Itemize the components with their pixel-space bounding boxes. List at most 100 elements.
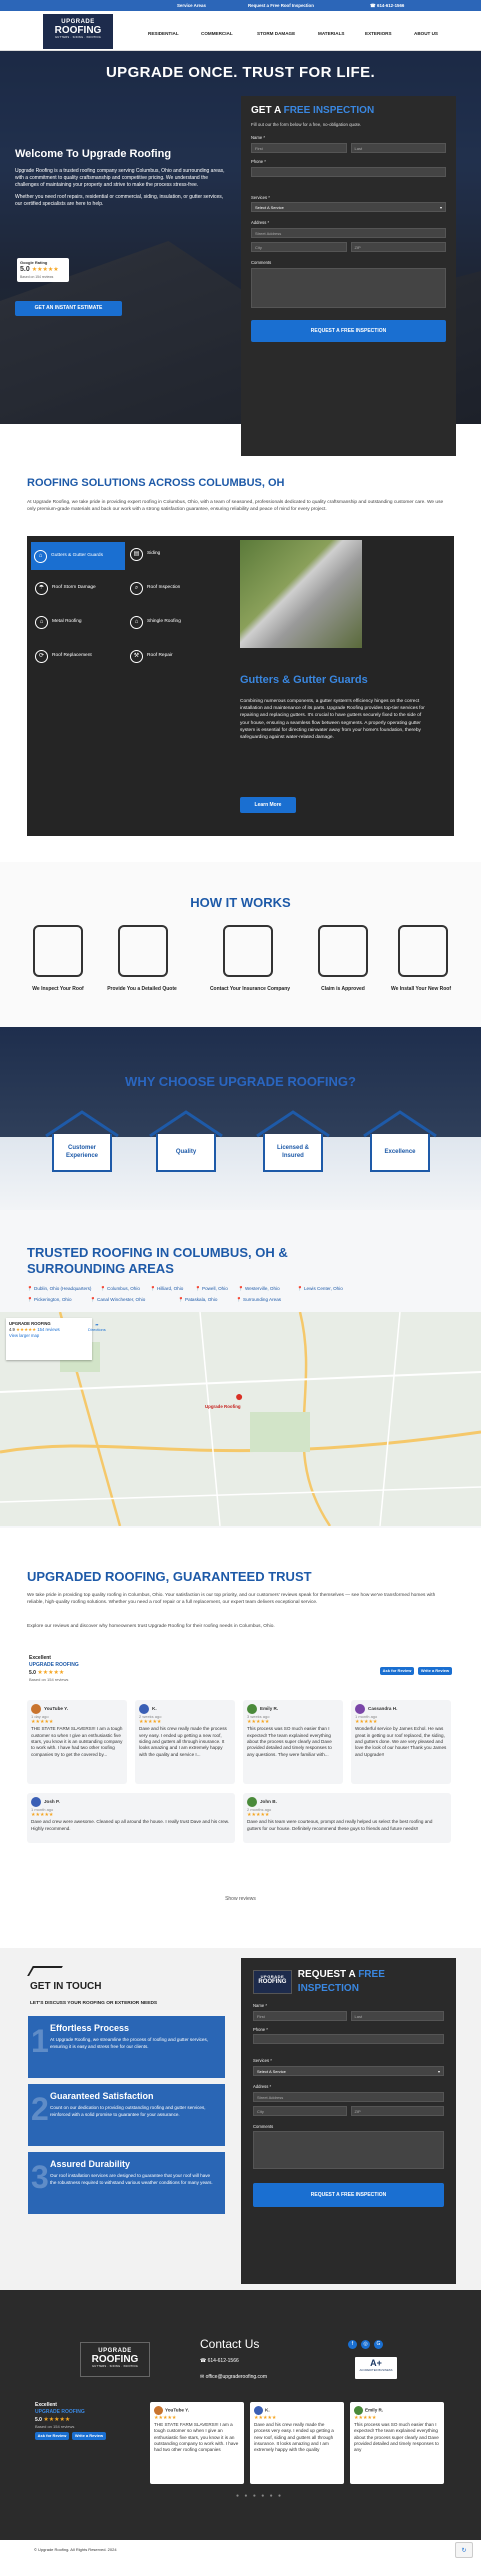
footer-phone[interactable]: ☎ 614-612-1566	[200, 2358, 239, 2365]
services-select[interactable]: Select A Service ▾	[251, 202, 446, 213]
nav-storm-damage[interactable]: STORM DAMAGE	[257, 31, 295, 37]
zip-input[interactable]: ZIP	[350, 242, 446, 253]
city-input[interactable]: City	[251, 242, 347, 253]
contact-city-input[interactable]: City	[253, 2105, 347, 2116]
contact-phone-input[interactable]	[253, 2034, 444, 2045]
nav-exteriors[interactable]: EXTERIORS	[365, 31, 392, 37]
contact-last-input[interactable]: Last	[350, 2010, 444, 2021]
map-reviews-link[interactable]: 154 reviews	[37, 1327, 59, 1332]
phone-icon: ☎	[200, 2358, 207, 2364]
first-name-input[interactable]: First	[251, 143, 347, 154]
email-icon: ✉	[200, 2374, 205, 2380]
review-stars: ★★★★★	[31, 1719, 54, 1726]
facebook-icon[interactable]: f	[348, 2340, 357, 2349]
instant-estimate-button[interactable]: GET AN INSTANT ESTIMATE	[15, 301, 122, 316]
area-powell[interactable]: 📍 Powell, Ohio	[195, 1286, 228, 1292]
street-input[interactable]: Street Address	[251, 228, 446, 239]
instagram-icon[interactable]: ◎	[361, 2340, 370, 2349]
ask-review-button[interactable]: Ask for Review	[380, 1667, 414, 1675]
solution-storm-damage[interactable]: ☂ Roof Storm Damage	[35, 582, 96, 595]
area-pataskala[interactable]: 📍 Pataskala, Ohio	[178, 1297, 217, 1303]
site-logo[interactable]: UPGRADE ROOFING GUTTERS · SIDING · PAINT…	[43, 14, 113, 49]
review-card[interactable]: YouTube Y. 1 day ago ★★★★★ THE STATE FAR…	[27, 1700, 127, 1784]
solution-roof-replacement[interactable]: ⟳ Roof Replacement	[35, 650, 92, 663]
review-card[interactable]: John B. 2 months ago ★★★★★ Dave and his …	[243, 1793, 451, 1843]
map-larger-link[interactable]: View larger map	[9, 1333, 89, 1339]
area-columbus[interactable]: 📍 Columbus, Ohio	[100, 1286, 140, 1292]
get-in-touch-sub: LET'S DISCUSS YOUR ROOFING OR EXTERIOR N…	[30, 2001, 158, 2006]
map-pin-label: Upgrade Roofing	[205, 1404, 241, 1409]
last-name-input[interactable]: Last	[350, 143, 446, 154]
write-review-button[interactable]: Write a Review	[418, 1667, 452, 1675]
free-inspection-link[interactable]: Request a Free Roof Inspection	[248, 3, 314, 9]
area-pickerington[interactable]: 📍 Pickerington, Ohio	[27, 1297, 72, 1303]
show-reviews-link[interactable]: Show reviews	[0, 1896, 481, 1903]
recaptcha-badge[interactable]: ↻	[455, 2542, 473, 2558]
solution-metal-roofing[interactable]: ⌂ Metal Roofing	[35, 616, 82, 629]
step-3-label: Contact Your Insurance Company	[209, 986, 291, 992]
contact-address-label: Address *	[253, 2084, 272, 2090]
why-choose-heading: WHY CHOOSE UPGRADE ROOFING?	[125, 1074, 356, 1089]
google-map[interactable]: UPGRADE ROOFING 4.9 ★★★★★ 154 reviews Vi…	[0, 1312, 481, 1526]
review-card[interactable]: Emily R. 3 weeks ago ★★★★★ This process …	[243, 1700, 343, 1784]
logo-tagline: GUTTERS · SIDING · PAINTING	[54, 36, 102, 40]
footer-review-card[interactable]: YouTube Y. ★★★★★ THE STATE FARM SLAVERS!…	[150, 2402, 244, 2484]
footer-review-card[interactable]: K. ★★★★★ Dave and his crew really made t…	[250, 2402, 344, 2484]
review-stars: ★★★★★	[139, 1719, 162, 1726]
solution-siding[interactable]: ▤ Siding	[130, 548, 160, 561]
nav-about-us[interactable]: ABOUT US	[414, 31, 438, 37]
bbb-badge[interactable]: A+ ACCREDITED BUSINESS	[355, 2357, 397, 2379]
nav-residential[interactable]: RESIDENTIAL	[148, 31, 179, 37]
learn-more-button[interactable]: Learn More	[240, 797, 296, 813]
google-rating-score: 5.0	[20, 266, 30, 274]
comments-textarea[interactable]	[251, 267, 446, 308]
area-surrounding[interactable]: 📍 Surrounding Areas	[236, 1297, 281, 1303]
solutions-panel: ⌂ Gutters & Gutter Guards ▤ Siding ☂ Roof S…	[27, 536, 454, 836]
contact-street-input[interactable]: Street Address	[253, 2091, 444, 2102]
contact-first-input[interactable]: First	[253, 2010, 347, 2021]
solution-gutters[interactable]: ⌂ Gutters & Gutter Guards	[31, 542, 125, 570]
topbar-phone-link[interactable]: 614-612-1566	[377, 3, 404, 9]
area-lewis-center[interactable]: 📍 Lewis Center, Ohio	[297, 1286, 343, 1292]
nav-commercial[interactable]: COMMERCIAL	[201, 31, 233, 37]
house-roof-lines	[45, 1110, 437, 1138]
review-card[interactable]: K. 2 weeks ago ★★★★★ Dave and his crew r…	[135, 1700, 235, 1784]
area-canal-winchester[interactable]: 📍 Canal Winchester, Ohio	[90, 1297, 145, 1303]
area-hilliard[interactable]: 📍 Hilliard, Ohio	[150, 1286, 183, 1292]
nav-materials[interactable]: MATERIALS	[318, 31, 344, 37]
map-info-card: UPGRADE ROOFING 4.9 ★★★★★ 154 reviews Vi…	[6, 1318, 92, 1360]
contact-services-select[interactable]: Select A Service ▾	[253, 2066, 444, 2077]
footer-review-card[interactable]: Emily R. ★★★★★ This process was SO much …	[350, 2402, 444, 2484]
get-in-touch-heading: GET IN TOUCH	[30, 1981, 102, 1992]
google-icon[interactable]: G	[374, 2340, 383, 2349]
roof-accent-icon	[27, 1966, 63, 1976]
hero-title: UPGRADE ONCE. TRUST FOR LIFE.	[105, 64, 376, 81]
contact-request-button[interactable]: REQUEST A FREE INSPECTION	[253, 2183, 444, 2208]
carousel-dots[interactable]: ● ● ● ● ● ●	[236, 2493, 283, 2500]
footer-email[interactable]: ✉ office@upgraderoofing.com	[200, 2374, 267, 2381]
review-card[interactable]: Cassandra H. 1 month ago ★★★★★ Wonderful…	[351, 1700, 451, 1784]
feature-satisfaction: 2 Guaranteed Satisfaction Count on our de…	[28, 2084, 225, 2146]
footer-write-review-button[interactable]: Write a Review	[72, 2431, 106, 2440]
name-label: Name *	[251, 135, 265, 141]
phone-input[interactable]	[251, 166, 446, 177]
area-dublin[interactable]: 📍 Dublin, Ohio (Headquarters)	[27, 1286, 91, 1292]
solution-roof-repair[interactable]: ⚒ Roof Repair	[130, 650, 173, 663]
social-links: f ◎ G	[348, 2340, 383, 2349]
map-directions-button[interactable]: ➦ Directions	[88, 1322, 106, 1333]
contact-zip-input[interactable]: ZIP	[350, 2105, 444, 2116]
welcome-heading: Welcome To Upgrade Roofing	[15, 148, 172, 160]
review-card[interactable]: Josh P. 1 month ago ★★★★★ Dave and crew …	[27, 1793, 235, 1843]
contact-inspection-form: UPGRADE ROOFING REQUEST A FREE INSPECTION…	[241, 1958, 456, 2284]
footer-logo[interactable]: UPGRADE ROOFING GUTTERS · SIDING · PAINTIN…	[80, 2342, 150, 2377]
request-inspection-button[interactable]: REQUEST A FREE INSPECTION	[251, 319, 446, 342]
solution-inspection[interactable]: ⌕ Roof Inspection	[130, 582, 180, 595]
solution-shingle-roofing[interactable]: ⌂ Shingle Roofing	[130, 616, 181, 629]
contact-comments-textarea[interactable]	[253, 2131, 444, 2170]
service-areas-link[interactable]: Service Areas	[177, 3, 206, 9]
footer-ask-review-button[interactable]: Ask for Review	[35, 2431, 69, 2440]
avatar	[139, 1704, 149, 1714]
google-rating-badge[interactable]: Google Rating 5.0 ★★★★★ Based on 154 rev…	[17, 258, 69, 282]
area-westerville[interactable]: 📍 Westerville, Ohio	[238, 1286, 280, 1292]
metal-roof-icon: ⌂	[35, 616, 48, 629]
